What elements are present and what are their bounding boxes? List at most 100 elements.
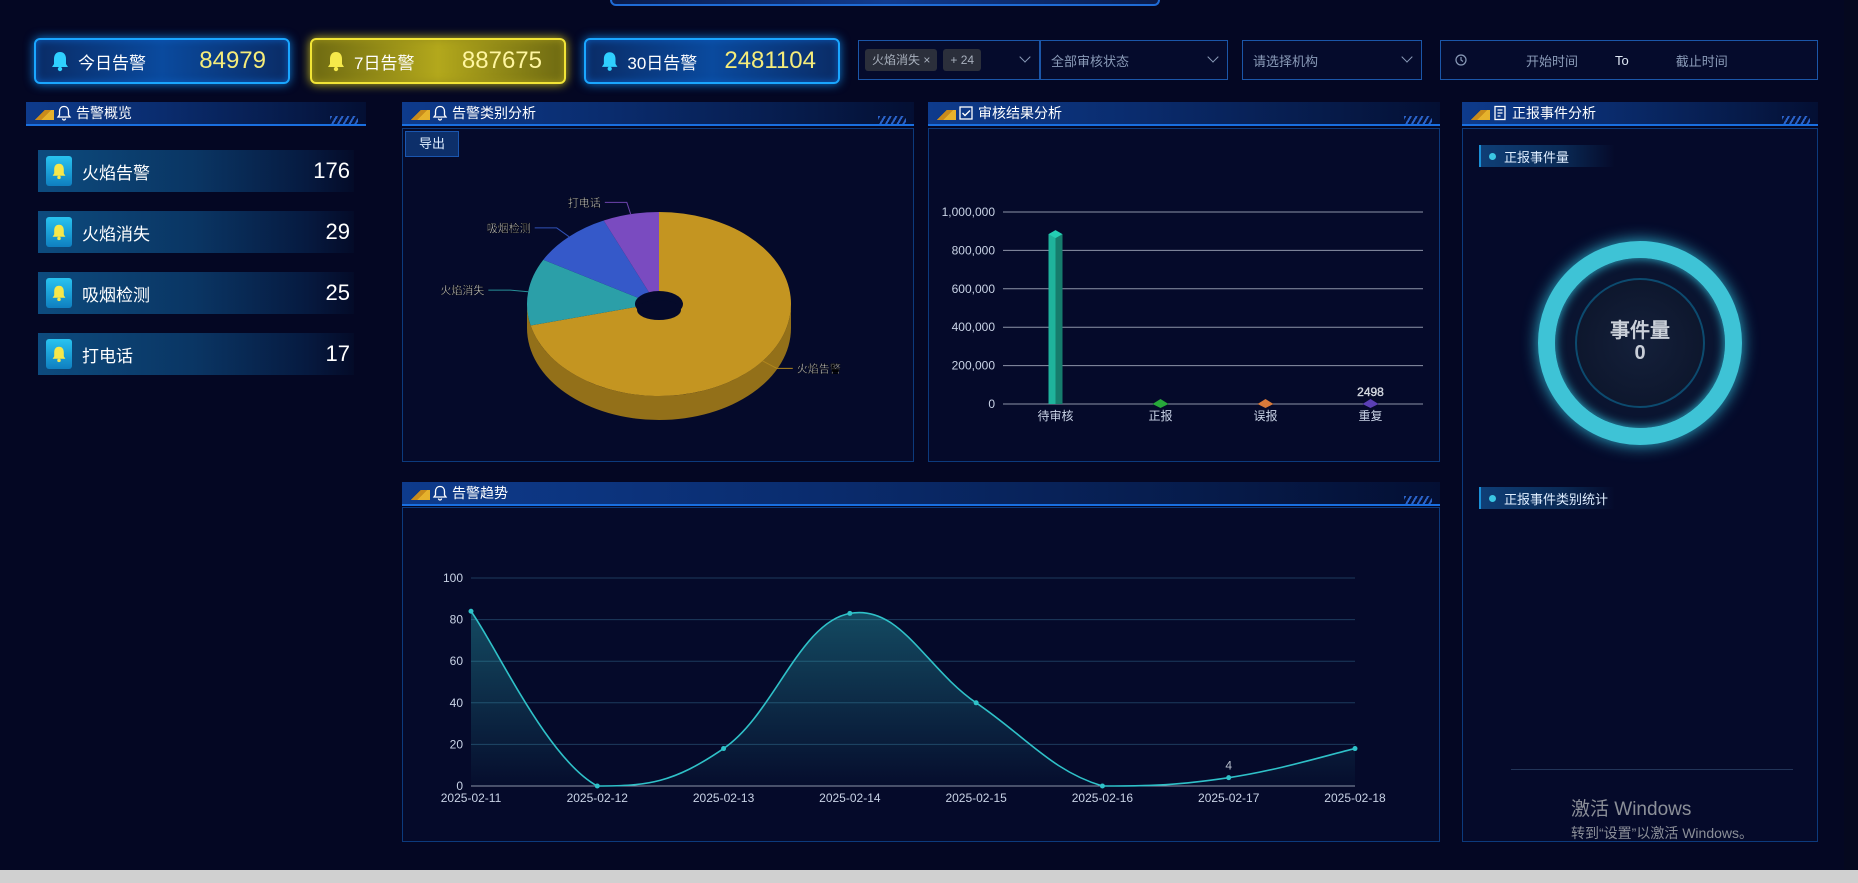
type-tag[interactable]: 火焰消失 ×	[865, 49, 938, 71]
panel-title: 告警类别分析	[452, 105, 536, 121]
report-count-header: 正报事件量	[1479, 145, 1615, 167]
bell-icon	[432, 485, 448, 501]
x-tick-label: 2025-02-13	[693, 791, 755, 805]
alarm-icon	[46, 278, 72, 308]
trend-header: 告警趋势	[402, 482, 1440, 506]
pie-label: 火焰告警	[797, 361, 841, 375]
overview-item: 吸烟检测 25	[38, 272, 354, 314]
stat-label: 7日告警	[354, 53, 415, 73]
overview-item-label: 火焰消失	[82, 224, 150, 244]
header-stripes	[330, 116, 358, 124]
header-decoration	[610, 0, 1160, 6]
alarm-icon	[46, 217, 72, 247]
category-panel: 导出 火焰告警 火焰消失 吸烟检测 打电话	[402, 128, 914, 462]
header-stripes	[1404, 116, 1432, 124]
org-placeholder: 请选择机构	[1253, 53, 1319, 69]
panel-title: 正报事件分析	[1512, 105, 1596, 121]
date-range-picker[interactable]: 开始时间 To 截止时间	[1440, 40, 1818, 80]
chevron-down-icon	[1207, 51, 1219, 63]
panel-title: 告警概览	[76, 105, 132, 121]
trend-area	[471, 611, 1355, 786]
pie-hole	[637, 300, 681, 320]
stat-value: 887675	[461, 47, 542, 74]
bar-left-face	[1048, 234, 1056, 404]
overview-header: 告警概览	[26, 102, 366, 126]
trend-point	[1226, 775, 1232, 781]
trend-line-chart: 0204060801002025-02-11 2025-02-12 2025-02-…	[441, 571, 1386, 805]
review-status-placeholder: 全部审核状态	[1051, 53, 1130, 69]
review-status-select[interactable]: 全部审核状态	[1040, 40, 1228, 80]
chevron-down-icon	[1019, 51, 1031, 63]
category-header: 告警类别分析	[402, 102, 914, 126]
y-tick-label: 40	[450, 696, 464, 710]
trend-point	[973, 700, 979, 706]
x-tick-label: 2025-02-15	[945, 791, 1007, 805]
bell-icon	[52, 52, 68, 72]
start-date-input[interactable]: 开始时间	[1507, 51, 1597, 70]
overview-item-label: 打电话	[82, 346, 133, 366]
org-select[interactable]: 请选择机构	[1242, 40, 1422, 80]
stat-card-today: 今日告警 84979	[34, 38, 290, 84]
report-header: 正报事件分析	[1462, 102, 1818, 126]
pie-leader-line	[488, 289, 529, 293]
x-tick-label: 2025-02-16	[1072, 791, 1134, 805]
clock-icon	[1455, 54, 1467, 66]
bar-data-label: 2498	[1357, 385, 1384, 399]
stat-label: 30日告警	[627, 53, 698, 73]
type-more-tag: + 24	[943, 49, 982, 71]
stat-card-30day: 30日告警 2481104	[584, 38, 840, 84]
pie-label: 打电话	[568, 195, 601, 209]
overview-item-value: 25	[325, 280, 350, 305]
dot-icon	[1489, 152, 1496, 160]
report-category-header: 正报事件类别统计	[1479, 487, 1615, 509]
trend-data-label: 4	[1225, 759, 1232, 773]
y-tick-label: 100	[443, 571, 463, 585]
x-tick-label: 2025-02-12	[567, 791, 629, 805]
pie-leader-line	[604, 201, 632, 215]
x-tick-label: 待审核	[1037, 408, 1073, 423]
checkbox-icon	[959, 106, 973, 120]
y-tick-label: 0	[988, 397, 995, 411]
panel-title: 告警趋势	[452, 485, 508, 501]
bell-icon	[601, 52, 618, 71]
bar-right-face	[1055, 234, 1063, 404]
alarm-icon	[46, 339, 72, 369]
horizontal-scrollbar[interactable]	[0, 870, 1858, 883]
y-tick-label: 1,000,000	[942, 205, 996, 219]
stat-value: 84979	[199, 47, 266, 74]
bar-marker	[1257, 399, 1274, 408]
tag-close-icon[interactable]: ×	[923, 53, 930, 67]
vertical-scrollbar[interactable]	[1844, 0, 1858, 870]
windows-watermark-text: 转到“设置”以激活 Windows。	[1571, 825, 1754, 841]
overview-item-value: 17	[325, 341, 350, 366]
overview-item-value: 29	[325, 219, 350, 244]
ring-title: 事件量	[1610, 320, 1670, 342]
x-tick-label: 2025-02-17	[1198, 791, 1260, 805]
bell-icon	[328, 52, 344, 72]
bell-icon	[432, 105, 448, 121]
bar-marker	[1362, 399, 1379, 408]
divider	[1511, 769, 1793, 770]
report-panel: 正报事件量 事件量 0 正报事件类别统计 激活 Windows 转到“设置”以激…	[1462, 128, 1818, 842]
windows-watermark-title: 激活 Windows	[1571, 799, 1692, 820]
alarm-type-select[interactable]: 火焰消失 × + 24	[858, 40, 1040, 80]
x-tick-label: 正报	[1148, 408, 1172, 423]
category-pie-chart: 火焰告警 火焰消失 吸烟检测 打电话	[440, 195, 841, 420]
trend-point	[594, 783, 600, 789]
review-panel: 0 200,000 400,000 600,000 800,000 1,000,000 待审…	[928, 128, 1440, 462]
header-stripes	[1782, 116, 1810, 124]
trend-point	[1352, 746, 1358, 752]
trend-point	[847, 610, 853, 616]
y-tick-label: 80	[450, 613, 464, 627]
x-tick-label: 误报	[1253, 408, 1277, 423]
stat-label: 今日告警	[78, 53, 146, 73]
y-tick-label: 20	[450, 737, 464, 751]
stat-card-7day: 7日告警 887675	[310, 38, 566, 84]
bar-marker	[1152, 399, 1169, 408]
ring-value: 0	[1634, 342, 1646, 364]
x-tick-label: 重复	[1358, 409, 1382, 423]
overview-item-value: 176	[313, 158, 350, 183]
y-tick-label: 60	[450, 654, 464, 668]
end-date-input[interactable]: 截止时间	[1657, 51, 1747, 70]
panel-title: 审核结果分析	[978, 105, 1062, 121]
